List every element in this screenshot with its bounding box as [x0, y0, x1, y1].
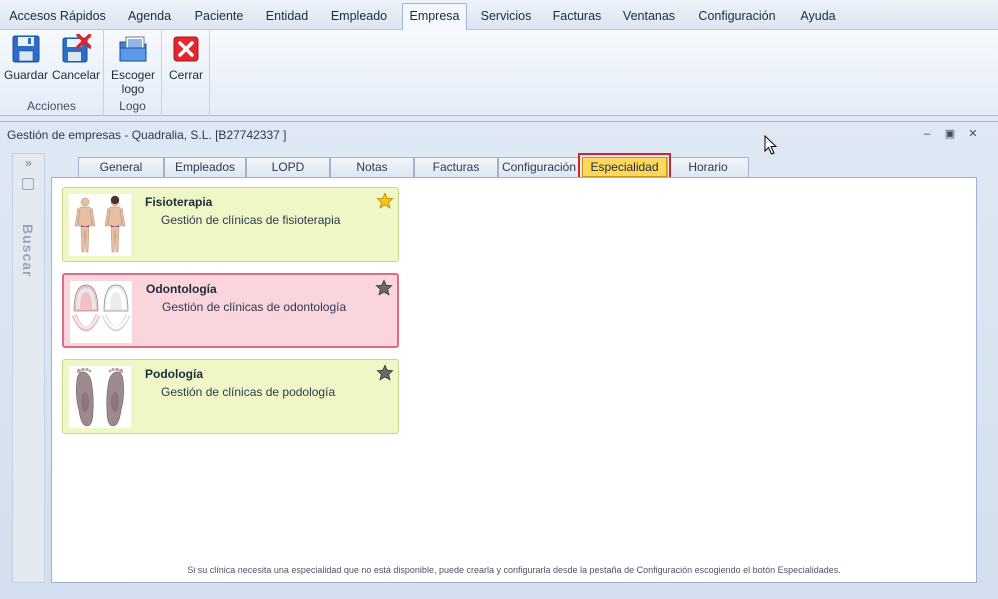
specialty-description: Gestión de clínicas de podología: [161, 385, 336, 399]
tab-lopd[interactable]: LOPD: [246, 157, 330, 177]
feet-icon: [69, 366, 131, 428]
menu-bar: Accesos Rápidos Agenda Paciente Entidad …: [0, 0, 998, 31]
choose-logo-icon: [119, 36, 147, 62]
menu-empresa[interactable]: Empresa: [402, 3, 467, 31]
specialty-description: Gestión de clínicas de odontología: [162, 300, 347, 314]
search-icon: [22, 178, 34, 190]
teeth-icon: [70, 281, 132, 343]
ribbon-group-logo: Escoger logo Logo: [104, 30, 162, 116]
tab-configuracion[interactable]: Configuración: [498, 157, 580, 177]
menu-facturas[interactable]: Facturas: [546, 5, 608, 27]
ribbon: Guardar Cancelar Acciones Escoger logo L…: [0, 30, 998, 116]
tab-general[interactable]: General: [78, 157, 164, 177]
ribbon-group-acciones: Guardar Cancelar Acciones: [0, 30, 104, 116]
menu-configuracion[interactable]: Configuración: [690, 5, 784, 27]
company-window: Gestión de empresas - Quadralia, S.L. [B…: [0, 121, 998, 599]
menu-paciente[interactable]: Paciente: [188, 5, 250, 27]
save-button[interactable]: Guardar: [4, 34, 48, 82]
menu-empleado[interactable]: Empleado: [324, 5, 394, 27]
tab-empleados[interactable]: Empleados: [164, 157, 246, 177]
menu-accesos-rapidos[interactable]: Accesos Rápidos: [6, 5, 109, 27]
minimize-button[interactable]: ‒: [920, 127, 934, 141]
choose-logo-label-line2: logo: [121, 82, 145, 96]
window-close-button[interactable]: ✕: [966, 127, 980, 141]
specialty-card-fisioterapia[interactable]: Fisioterapia Gestión de clínicas de fisi…: [62, 187, 399, 262]
ribbon-group-acciones-label: Acciones: [27, 99, 76, 113]
cancel-button[interactable]: Cancelar: [52, 34, 100, 82]
close-button[interactable]: Cerrar: [167, 34, 205, 82]
specialty-title: Odontología: [146, 282, 217, 296]
search-side-panel[interactable]: » Buscar: [12, 153, 45, 583]
tab-facturas[interactable]: Facturas: [414, 157, 498, 177]
specialty-panel: Fisioterapia Gestión de clínicas de fisi…: [51, 177, 977, 583]
menu-ayuda[interactable]: Ayuda: [792, 5, 844, 27]
mouse-pointer-icon: [764, 135, 778, 155]
star-icon[interactable]: [375, 279, 393, 297]
star-icon[interactable]: [376, 364, 394, 382]
save-button-label: Guardar: [4, 68, 49, 82]
expand-chevron-icon[interactable]: »: [13, 156, 44, 170]
tab-horario[interactable]: Horario: [667, 157, 749, 177]
menu-ventanas[interactable]: Ventanas: [616, 5, 682, 27]
favorite-star-icon[interactable]: [376, 192, 394, 210]
specialty-description: Gestión de clínicas de fisioterapia: [161, 213, 341, 227]
choose-logo-button[interactable]: Escoger logo: [110, 34, 156, 96]
restore-button[interactable]: ▣: [943, 127, 957, 141]
menu-entidad[interactable]: Entidad: [258, 5, 316, 27]
window-title: Gestión de empresas - Quadralia, S.L. [B…: [7, 128, 287, 142]
specialty-card-podologia[interactable]: Podología Gestión de clínicas de podolog…: [62, 359, 399, 434]
specialty-title: Podología: [145, 367, 203, 381]
close-button-label: Cerrar: [168, 68, 203, 82]
body-figure-icon: [69, 194, 131, 256]
menu-agenda[interactable]: Agenda: [118, 5, 181, 27]
close-red-icon: [173, 36, 199, 62]
save-icon: [12, 35, 40, 63]
search-panel-label: Buscar: [20, 224, 36, 278]
tab-notas[interactable]: Notas: [330, 157, 414, 177]
cancel-save-icon: [62, 34, 91, 63]
specialty-card-odontologia[interactable]: Odontología Gestión de clínicas de odont…: [62, 273, 399, 348]
specialty-title: Fisioterapia: [145, 195, 213, 209]
choose-logo-label-line1: Escoger: [110, 68, 156, 82]
cancel-button-label: Cancelar: [52, 68, 101, 82]
ribbon-group-cerrar: Cerrar: [162, 30, 210, 116]
menu-servicios[interactable]: Servicios: [474, 5, 538, 27]
ribbon-group-logo-label: Logo: [119, 99, 146, 113]
help-footnote: Si su clínica necesita una especialidad …: [187, 565, 841, 575]
